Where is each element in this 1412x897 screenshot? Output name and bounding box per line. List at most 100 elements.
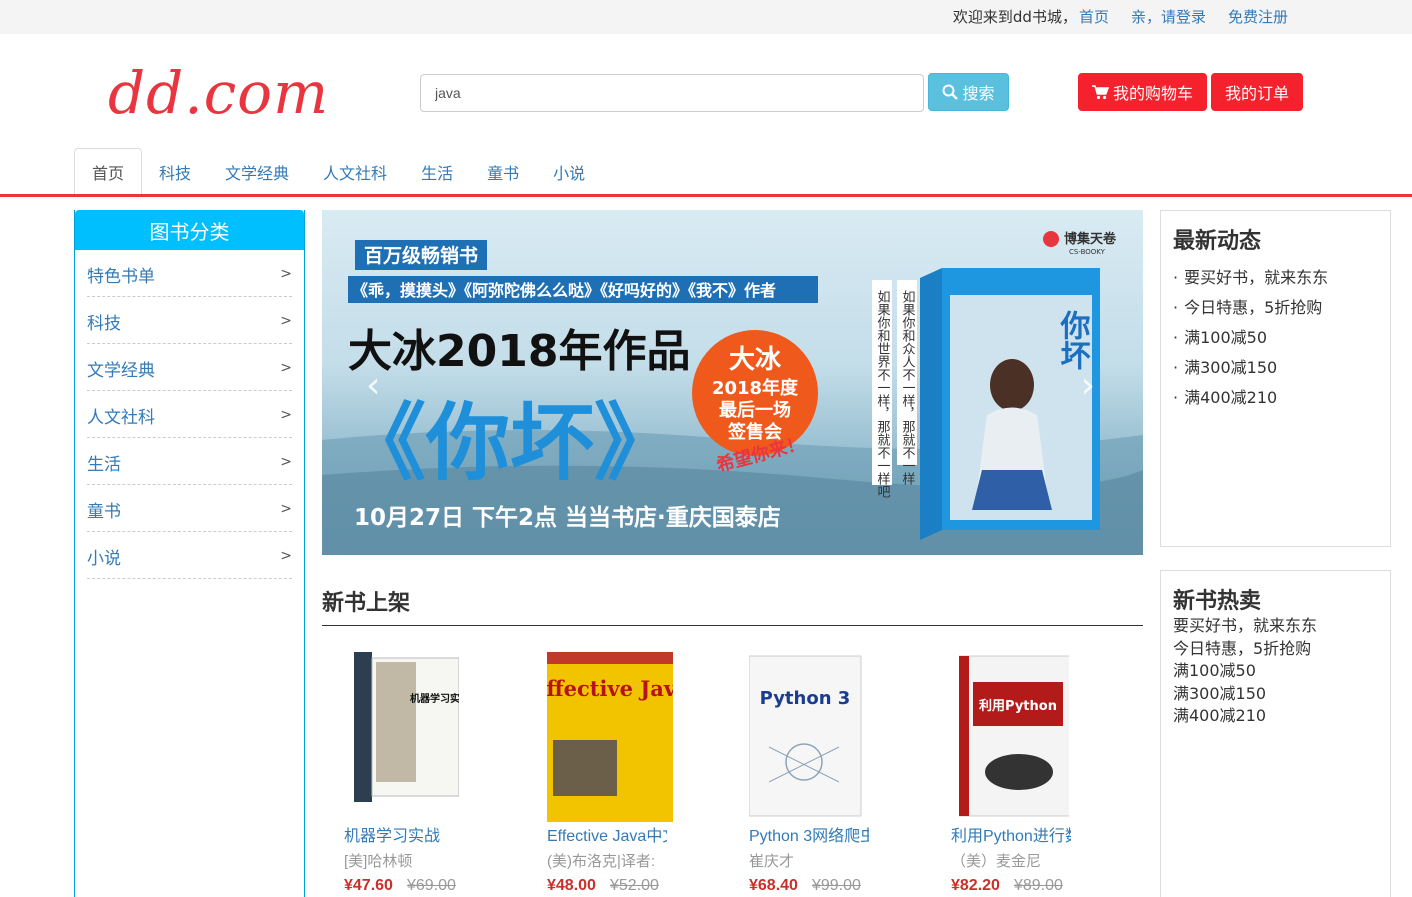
chevron-right-icon: > xyxy=(280,548,292,564)
carousel-prev-icon[interactable]: ‹ xyxy=(366,365,380,406)
cart-button-label: 我的购物车 xyxy=(1112,84,1193,103)
search-input[interactable] xyxy=(420,74,924,112)
book-cover-image: Python 3 xyxy=(749,655,862,817)
badge-line2: 2018年度 xyxy=(712,377,799,399)
banner-tag: 百万级畅销书 xyxy=(364,244,478,267)
tab-literature[interactable]: 文学经典 xyxy=(208,148,306,195)
book-price: ¥68.40 xyxy=(749,877,798,894)
top-bar: 欢迎来到dd书城， 首页 亲，请登录 免费注册 xyxy=(0,0,1412,34)
search-button[interactable]: 搜索 xyxy=(928,73,1009,111)
book-cover[interactable]: Effective Java xyxy=(547,652,747,822)
sidebar-item-literature[interactable]: 文学经典 > xyxy=(87,344,292,391)
tab-life[interactable]: 生活 xyxy=(404,148,470,195)
search-button-label: 搜索 xyxy=(962,84,995,103)
nav-divider xyxy=(0,194,1412,197)
news-item: 满300减150 xyxy=(1173,353,1378,383)
sidebar-item-label: 人文社科 xyxy=(87,407,155,428)
banner-image: 百万级畅销书 《乖，摸摸头》《阿弥陀佛么么哒》《好吗好的》《我不》作者 大冰20… xyxy=(322,231,1143,555)
chevron-right-icon: > xyxy=(280,360,292,376)
welcome-text: 欢迎来到dd书城， xyxy=(952,8,1077,26)
book-title[interactable]: 机器学习实战 xyxy=(344,822,464,846)
section-divider xyxy=(322,625,1143,626)
badge-line3: 最后一场 xyxy=(719,400,791,421)
site-logo[interactable]: dd.com xyxy=(108,64,329,122)
book-cover-text: 利用Python xyxy=(979,698,1057,714)
chevron-right-icon: > xyxy=(280,313,292,329)
banner-book-title: 《你坏》 xyxy=(342,394,678,492)
new-books-title: 新书上架 xyxy=(322,591,411,616)
book-card[interactable]: 利用Python 利用Python进行数据分析 （美）麦金尼 ¥82.20 ¥89… xyxy=(951,652,1151,895)
book-cover-image: 利用Python xyxy=(959,655,1069,817)
book-cover[interactable]: 机器学习实战 xyxy=(344,652,544,822)
cart-button[interactable]: 我的购物车 xyxy=(1078,73,1207,111)
chevron-right-icon: > xyxy=(280,266,292,282)
home-link[interactable]: 首页 xyxy=(1079,6,1109,27)
book-author: （美）麦金尼 xyxy=(951,853,1042,870)
book-cover[interactable]: Python 3 xyxy=(749,652,949,822)
sidebar-item-children[interactable]: 童书 > xyxy=(87,485,292,532)
news-title: 最新动态 xyxy=(1173,229,1262,254)
book-old-price: ¥69.00 xyxy=(406,877,456,894)
news-item: 要买好书，就来东东 xyxy=(1173,263,1378,293)
news-panel: 最新动态 要买好书，就来东东 今日特惠，5折抢购 满100减50 满300减15… xyxy=(1160,210,1391,547)
hot-item: 满400减210 xyxy=(1173,706,1267,725)
sidebar-item-featured[interactable]: 特色书单 > xyxy=(87,250,292,297)
badge-line1: 大冰 xyxy=(729,345,782,375)
tab-home[interactable]: 首页 xyxy=(74,148,143,195)
book-author: (美)布洛克|译者: xyxy=(547,853,656,870)
banner-works: 《乖，摸摸头》《阿弥陀佛么么哒》《好吗好的》《我不》作者 xyxy=(352,281,776,300)
book-old-price: ¥89.00 xyxy=(1013,877,1063,894)
banner-carousel[interactable]: 百万级畅销书 《乖，摸摸头》《阿弥陀佛么么哒》《好吗好的》《我不》作者 大冰20… xyxy=(322,210,1143,555)
hot-item: 满100减50 xyxy=(1173,661,1256,680)
book-title[interactable]: Effective Java中文版 xyxy=(547,822,667,846)
book-title[interactable]: Python 3网络爬虫开发实战 xyxy=(749,822,869,846)
category-sidebar: 图书分类 特色书单 > 科技 > 文学经典 > 人文社科 > 生活 > 童书 > 小说 > xyxy=(74,210,305,897)
chevron-right-icon: > xyxy=(280,407,292,423)
book-cover-image: Effective Java xyxy=(547,652,673,822)
sidebar-title: 图书分类 xyxy=(75,210,304,250)
orders-button[interactable]: 我的订单 xyxy=(1211,73,1303,111)
sidebar-item-life[interactable]: 生活 > xyxy=(87,438,292,485)
carousel-next-icon[interactable]: › xyxy=(1081,365,1095,406)
sidebar-item-novel[interactable]: 小说 > xyxy=(87,532,292,579)
sidebar-item-humanities[interactable]: 人文社科 > xyxy=(87,391,292,438)
sidebar-item-tech[interactable]: 科技 > xyxy=(87,297,292,344)
book-cover-text: Python 3 xyxy=(760,688,851,709)
search-icon xyxy=(942,84,959,100)
book-card[interactable]: Effective Java Effective Java中文版 (美)布洛克|… xyxy=(547,652,747,895)
book-cover[interactable]: 利用Python xyxy=(951,652,1151,822)
banner-event: 10月27日 下午2点 当当书店·重庆国泰店 xyxy=(354,504,781,531)
book-cover-text: 机器学习实战 xyxy=(410,692,459,705)
book-price: ¥82.20 xyxy=(951,877,1000,894)
sidebar-item-label: 文学经典 xyxy=(87,360,155,381)
hot-item: 今日特惠，5折抢购 xyxy=(1173,638,1312,658)
register-link[interactable]: 免费注册 xyxy=(1228,6,1288,27)
tab-tech[interactable]: 科技 xyxy=(142,148,208,195)
book-cover-text: Effective Java xyxy=(547,676,673,701)
banner-vertical-1: 如果你和世界不一样，那就不一样吧 xyxy=(875,289,891,498)
news-item: 满400减210 xyxy=(1173,383,1378,413)
tab-humanities[interactable]: 人文社科 xyxy=(306,148,404,195)
hot-panel: 新书热卖 要买好书，就来东东 今日特惠，5折抢购 满100减50 满300减15… xyxy=(1160,570,1391,897)
login-link[interactable]: 亲，请登录 xyxy=(1131,6,1206,27)
book-card[interactable]: Python 3 Python 3网络爬虫开发实战 崔庆才 ¥68.40 ¥99.… xyxy=(749,652,949,895)
news-item: 满100减50 xyxy=(1173,323,1378,353)
tab-novel[interactable]: 小说 xyxy=(536,148,602,195)
chevron-right-icon: > xyxy=(280,501,292,517)
sidebar-item-label: 科技 xyxy=(87,313,121,334)
tab-children[interactable]: 童书 xyxy=(470,148,536,195)
hot-item: 满300减150 xyxy=(1173,683,1267,703)
book-cover-image: 机器学习实战 xyxy=(354,652,459,802)
book-title[interactable]: 利用Python进行数据分析 xyxy=(951,822,1071,846)
sidebar-item-label: 小说 xyxy=(87,548,121,569)
sidebar-item-label: 特色书单 xyxy=(87,266,155,287)
book-price: ¥47.60 xyxy=(344,877,393,894)
book-card[interactable]: 机器学习实战 机器学习实战 [美]哈林顿 ¥47.60 ¥69.00 xyxy=(344,652,544,895)
banner-cover-title: 你坏 xyxy=(1055,310,1092,370)
sidebar-item-label: 生活 xyxy=(87,454,121,475)
book-author: 崔庆才 xyxy=(749,853,795,870)
news-item: 今日特惠，5折抢购 xyxy=(1173,293,1378,323)
category-nav: 首页 科技 文学经典 人文社科 生活 童书 小说 xyxy=(74,148,602,195)
orders-button-label: 我的订单 xyxy=(1224,84,1289,103)
banner-publisher: 博集天卷 xyxy=(1064,231,1117,247)
